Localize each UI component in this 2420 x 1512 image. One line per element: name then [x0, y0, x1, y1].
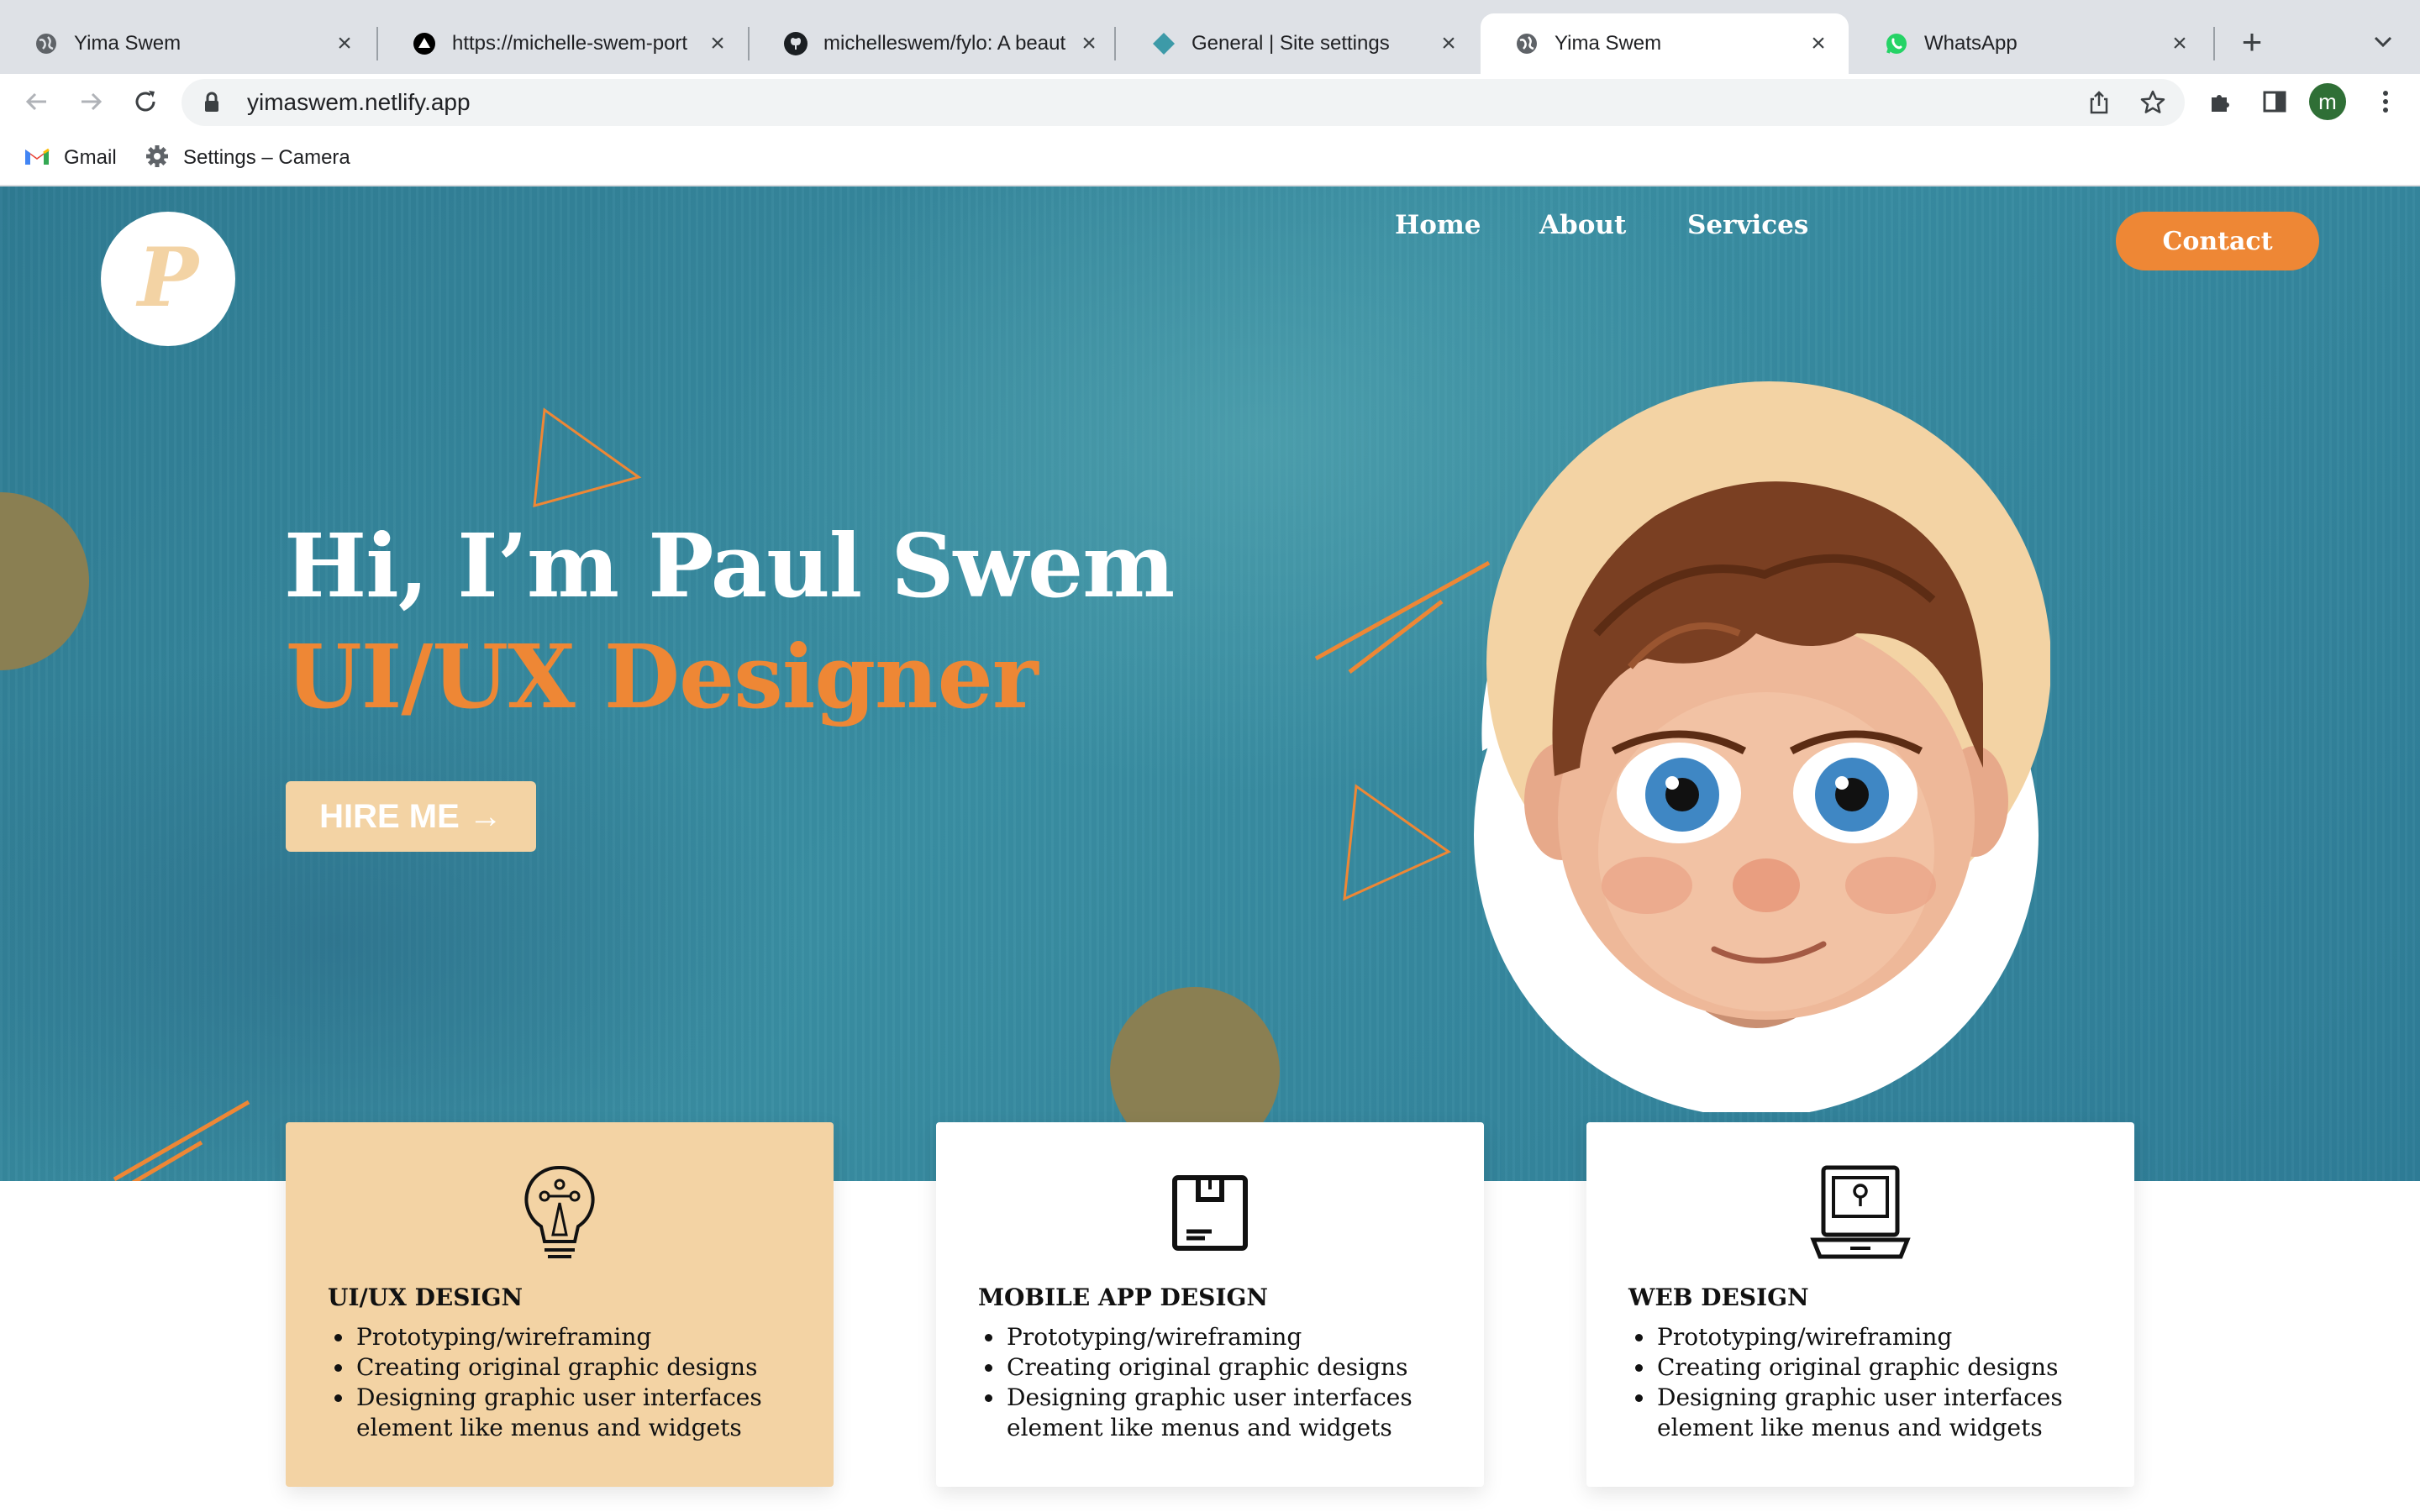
globe-icon: [34, 31, 59, 56]
netlify-icon: [1151, 31, 1176, 56]
service-card-title: MOBILE APP DESIGN: [978, 1284, 1268, 1311]
tab-search-chevron-icon[interactable]: [2368, 25, 2398, 59]
address-bar[interactable]: yimaswem.netlify.app: [182, 79, 2185, 126]
service-card-mobile-app[interactable]: MOBILE APP DESIGN Prototyping/wireframin…: [936, 1122, 1484, 1487]
nav-link-about[interactable]: About: [1539, 210, 1626, 240]
webpage: P Home About Services Contact Hi, I’m Pa…: [0, 186, 2420, 1512]
nav-link-home[interactable]: Home: [1395, 210, 1481, 240]
browser-tab-4[interactable]: General | Site settings ×: [1118, 13, 1479, 74]
list-item: Designing graphic user interfaces elemen…: [1655, 1383, 2118, 1443]
menu-kebab-icon[interactable]: [2366, 82, 2405, 121]
close-icon[interactable]: ×: [1805, 29, 1832, 57]
site-logo[interactable]: P: [101, 212, 235, 346]
github-icon: [783, 31, 808, 56]
extensions-puzzle-icon[interactable]: [2202, 82, 2240, 121]
profile-avatar[interactable]: m: [2309, 83, 2346, 120]
forward-arrow-icon[interactable]: [72, 82, 111, 121]
close-icon[interactable]: ×: [1435, 29, 1462, 57]
logo-letter: P: [137, 229, 199, 325]
tab-title: https://michelle-swem-port: [452, 32, 688, 55]
hero-role: UI/UX Designer: [286, 625, 1039, 728]
whatsapp-icon: [1884, 31, 1909, 56]
profile-avatar-illustration: [1474, 381, 2050, 1112]
back-arrow-icon[interactable]: [17, 82, 55, 121]
list-item: Creating original graphic designs: [1005, 1352, 1467, 1383]
tab-divider: [2213, 27, 2215, 60]
reload-icon[interactable]: [126, 82, 165, 121]
lock-icon[interactable]: [203, 91, 222, 114]
side-panel-icon[interactable]: [2255, 82, 2294, 121]
tab-title: Yima Swem: [1555, 32, 1662, 55]
tab-title: michelleswem/fylo: A beaut: [823, 32, 1066, 55]
bookmark-label: Settings – Camera: [183, 146, 350, 169]
close-icon[interactable]: ×: [1076, 29, 1102, 57]
browser-tab-1[interactable]: Yima Swem ×: [0, 13, 375, 74]
service-feature-list: Prototyping/wireframing Creating origina…: [1005, 1322, 1467, 1443]
browser-tab-2[interactable]: https://michelle-swem-port ×: [378, 13, 748, 74]
box-app-icon: [1160, 1163, 1260, 1263]
tab-title: WhatsApp: [1924, 32, 2018, 55]
service-feature-list: Prototyping/wireframing Creating origina…: [1655, 1322, 2118, 1443]
service-card-title: WEB DESIGN: [1628, 1284, 1809, 1311]
browser-tab-5-active[interactable]: Yima Swem ×: [1481, 13, 1849, 74]
contact-button[interactable]: Contact: [2116, 212, 2319, 270]
nav-link-services[interactable]: Services: [1687, 210, 1808, 240]
close-icon[interactable]: ×: [2166, 29, 2193, 57]
list-item: Prototyping/wireframing: [355, 1322, 817, 1352]
list-item: Creating original graphic designs: [355, 1352, 817, 1383]
bookmark-settings-camera[interactable]: Settings – Camera: [145, 141, 350, 175]
service-card-uiux[interactable]: UI/UX DESIGN Prototyping/wireframing Cre…: [286, 1122, 834, 1487]
close-icon[interactable]: ×: [704, 29, 731, 57]
url-text: yimaswem.netlify.app: [247, 89, 471, 115]
hero-greeting: Hi, I’m Paul Swem: [284, 514, 1175, 617]
list-item: Prototyping/wireframing: [1655, 1322, 2118, 1352]
service-card-title: UI/UX DESIGN: [328, 1284, 523, 1311]
tab-divider: [1114, 27, 1116, 60]
decorative-orange-lines: [113, 1100, 250, 1183]
vercel-icon: [412, 31, 437, 56]
list-item: Creating original graphic designs: [1655, 1352, 2118, 1383]
hire-me-button[interactable]: HIRE ME →: [286, 781, 536, 852]
browser-tab-strip: Yima Swem × https://michelle-swem-port ×…: [0, 0, 2420, 74]
list-item: Designing graphic user interfaces elemen…: [1005, 1383, 1467, 1443]
service-feature-list: Prototyping/wireframing Creating origina…: [355, 1322, 817, 1443]
bookmark-star-icon[interactable]: [2138, 87, 2168, 118]
lightbulb-pen-icon: [509, 1163, 610, 1263]
browser-tab-3[interactable]: michelleswem/fylo: A beaut ×: [750, 13, 1119, 74]
service-card-web[interactable]: WEB DESIGN Prototyping/wireframing Creat…: [1586, 1122, 2134, 1487]
globe-icon: [1514, 31, 1539, 56]
tab-title: Yima Swem: [74, 32, 182, 55]
list-item: Prototyping/wireframing: [1005, 1322, 1467, 1352]
close-icon[interactable]: ×: [331, 29, 358, 57]
gmail-icon: [24, 146, 50, 171]
gear-icon: [145, 144, 170, 173]
decorative-olive-circle-left: [0, 492, 89, 670]
browser-toolbar: yimaswem.netlify.app m: [0, 74, 2420, 129]
share-icon[interactable]: [2084, 87, 2114, 118]
decorative-triangle-outline: [1343, 784, 1452, 901]
bookmark-gmail[interactable]: Gmail: [24, 141, 117, 175]
decorative-triangle-outline: [533, 407, 642, 508]
browser-tab-6[interactable]: WhatsApp ×: [1850, 13, 2210, 74]
tab-title: General | Site settings: [1192, 32, 1390, 55]
bookmarks-bar: Gmail Settings – Camera: [0, 129, 2420, 186]
bookmark-label: Gmail: [64, 146, 117, 169]
new-tab-button[interactable]: +: [2235, 22, 2269, 62]
list-item: Designing graphic user interfaces elemen…: [355, 1383, 817, 1443]
laptop-lock-icon: [1810, 1163, 1911, 1263]
